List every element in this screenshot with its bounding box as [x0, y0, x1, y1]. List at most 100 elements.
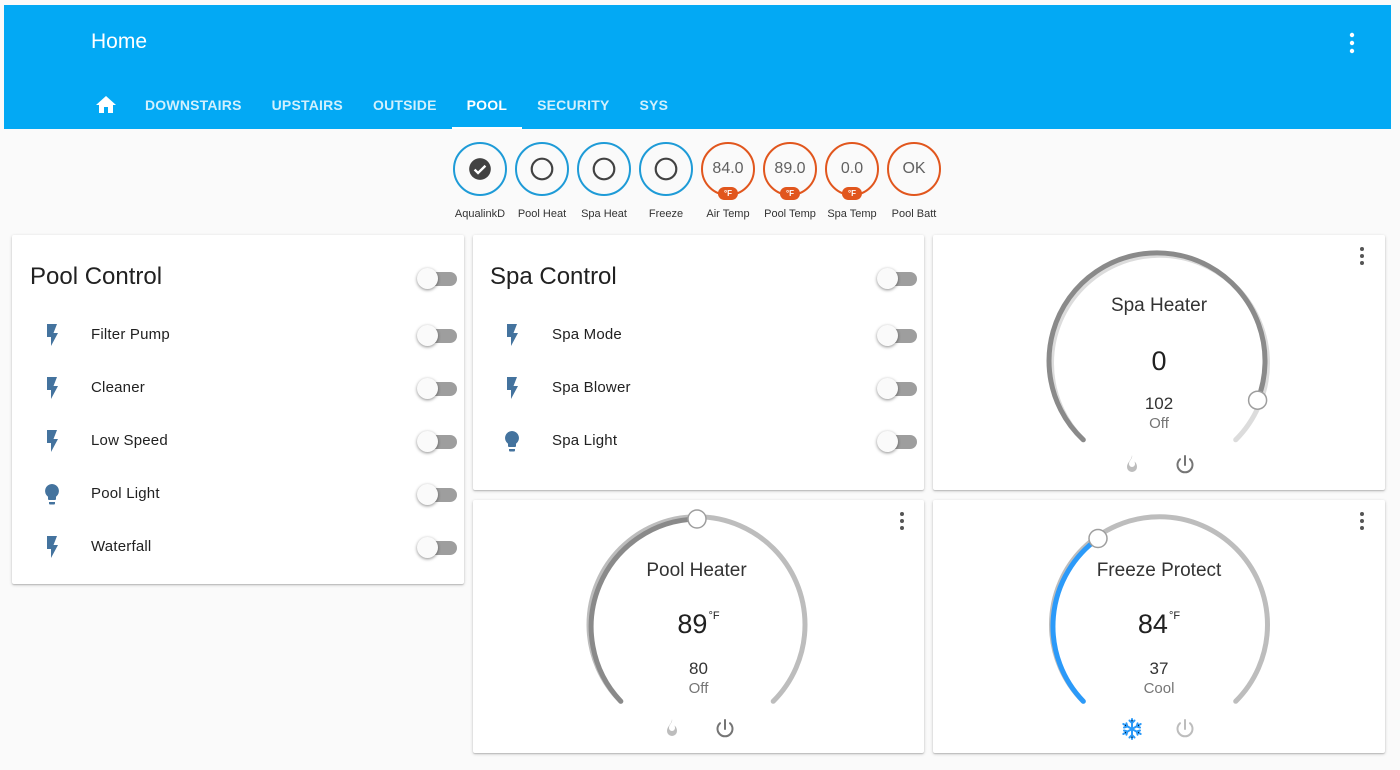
- badge-value: OK: [902, 160, 926, 177]
- cleaner-toggle[interactable]: [417, 378, 457, 399]
- snowflake-icon[interactable]: [1120, 717, 1144, 741]
- badge-aqualinkd[interactable]: AqualinkD: [449, 142, 511, 220]
- tab-sys[interactable]: SYS: [625, 81, 684, 129]
- entity-row-spa-mode: Spa Mode: [473, 315, 924, 355]
- spa-control-master-toggle[interactable]: [877, 268, 917, 289]
- entity-row-cleaner: Cleaner: [12, 368, 464, 408]
- card-menu-icon[interactable]: [897, 511, 907, 531]
- thermostat-name: Pool Heater: [646, 560, 747, 581]
- target-slider-handle[interactable]: [1088, 528, 1108, 549]
- entity-label: Filter Pump: [91, 326, 170, 343]
- tab-security[interactable]: SECURITY: [522, 81, 624, 129]
- card-title: Pool Control: [30, 263, 163, 290]
- card-menu-icon[interactable]: [1357, 246, 1367, 266]
- badge-circle: 84.0 °F: [701, 142, 755, 200]
- temperature-unit: °F: [708, 610, 720, 622]
- tab-outside[interactable]: OUTSIDE: [358, 81, 452, 129]
- pool-heater-card: Pool Heater 89°F 80 Off: [473, 500, 924, 753]
- spa-blower-toggle[interactable]: [877, 378, 917, 399]
- badge-freeze[interactable]: Freeze: [635, 142, 697, 220]
- badge-circle: [515, 142, 569, 196]
- lightbulb-icon: [45, 484, 59, 505]
- badge-pool-heat[interactable]: Pool Heat: [511, 142, 573, 220]
- entity-row-spa-blower: Spa Blower: [473, 368, 924, 408]
- power-icon[interactable]: [1173, 453, 1197, 477]
- filter-pump-toggle[interactable]: [417, 325, 457, 346]
- entity-row-pool-light: Pool Light: [12, 474, 464, 514]
- pool-light-toggle[interactable]: [417, 484, 457, 505]
- badge-circle: 0.0 °F: [825, 142, 879, 200]
- spa-light-toggle[interactable]: [877, 431, 917, 452]
- flash-icon: [507, 324, 518, 346]
- waterfall-toggle[interactable]: [417, 537, 457, 558]
- badge-circle: [639, 142, 693, 196]
- pool-control-card: Pool Control Filter Pump Cleaner Low Spe…: [12, 235, 464, 584]
- flash-icon: [47, 324, 58, 346]
- app-title: Home: [91, 30, 148, 53]
- entity-label: Spa Mode: [552, 326, 622, 343]
- badge-label: Spa Temp: [827, 208, 877, 220]
- badge-unit: °F: [717, 187, 739, 200]
- tab-home[interactable]: [84, 81, 130, 129]
- badge-value: 89.0: [774, 160, 806, 177]
- target-slider-handle[interactable]: [687, 509, 707, 529]
- card-menu-icon[interactable]: [1357, 511, 1367, 531]
- home-icon: [96, 96, 116, 113]
- current-value: 84: [1137, 609, 1168, 639]
- lightbulb-icon: [505, 431, 519, 452]
- temperature-unit: °F: [1168, 610, 1181, 622]
- flame-icon[interactable]: [1120, 453, 1144, 477]
- power-icon[interactable]: [1173, 717, 1197, 741]
- badge-air-temp[interactable]: 84.0 °F Air Temp: [697, 142, 759, 220]
- flash-icon: [47, 430, 58, 452]
- badge-label: Air Temp: [706, 208, 750, 220]
- spa-mode-toggle[interactable]: [877, 325, 917, 346]
- power-icon[interactable]: [713, 717, 737, 741]
- badge-spa-heat[interactable]: Spa Heat: [573, 142, 635, 220]
- check-circle-icon: [469, 158, 491, 180]
- badge-circle: [577, 142, 631, 196]
- badge-circle: 89.0 °F: [763, 142, 817, 200]
- hvac-mode: Off: [688, 680, 709, 697]
- badge-label: Freeze: [648, 208, 684, 220]
- badge-spa-temp[interactable]: 0.0 °F Spa Temp: [821, 142, 883, 220]
- target-temperature: 80: [689, 659, 708, 678]
- entity-row-filter-pump: Filter Pump: [12, 315, 464, 355]
- badge-unit: °F: [779, 187, 801, 200]
- target-temperature: 102: [1144, 394, 1174, 413]
- current-value: 89: [677, 609, 708, 639]
- current-temperature: 89°F: [473, 609, 924, 640]
- low-speed-toggle[interactable]: [417, 431, 457, 452]
- circle-outline-icon: [530, 157, 554, 181]
- current-temperature: 84°F: [933, 609, 1385, 640]
- thermostat-name: Freeze Protect: [1096, 560, 1222, 581]
- badge-pool-batt[interactable]: OK Pool Batt: [883, 142, 945, 220]
- entity-row-spa-light: Spa Light: [473, 421, 924, 461]
- badge-label: Pool Batt: [891, 208, 937, 220]
- badge-label: AqualinkD: [454, 208, 506, 220]
- badge-label: Spa Heat: [581, 208, 627, 220]
- flash-icon: [47, 377, 58, 399]
- tab-pool[interactable]: POOL: [451, 81, 523, 129]
- badge-pool-temp[interactable]: 89.0 °F Pool Temp: [759, 142, 821, 220]
- flame-icon[interactable]: [660, 717, 684, 741]
- circle-outline-icon: [654, 157, 678, 181]
- entity-label: Low Speed: [91, 432, 168, 449]
- badge-unit: °F: [841, 187, 863, 200]
- entity-label: Waterfall: [91, 538, 152, 555]
- badge-label: Pool Temp: [764, 208, 816, 220]
- tab-upstairs[interactable]: UPSTAIRS: [257, 81, 358, 129]
- current-value: 0: [1151, 346, 1167, 376]
- current-temperature: 0: [933, 346, 1385, 377]
- spa-control-card: Spa Control Spa Mode Spa Blower Spa Ligh…: [473, 235, 924, 490]
- entity-label: Spa Light: [552, 432, 618, 449]
- tab-downstairs[interactable]: DOWNSTAIRS: [130, 81, 257, 129]
- entity-row-low-speed: Low Speed: [12, 421, 464, 461]
- badge-value: 84.0: [712, 160, 744, 177]
- badge-value: 0.0: [840, 160, 864, 177]
- overflow-menu-icon[interactable]: [1345, 31, 1359, 55]
- badge-circle: OK: [887, 142, 941, 196]
- badge-circle: [453, 142, 507, 196]
- freeze-protect-card: Freeze Protect 84°F 37 Cool: [933, 500, 1385, 753]
- pool-control-master-toggle[interactable]: [417, 268, 457, 289]
